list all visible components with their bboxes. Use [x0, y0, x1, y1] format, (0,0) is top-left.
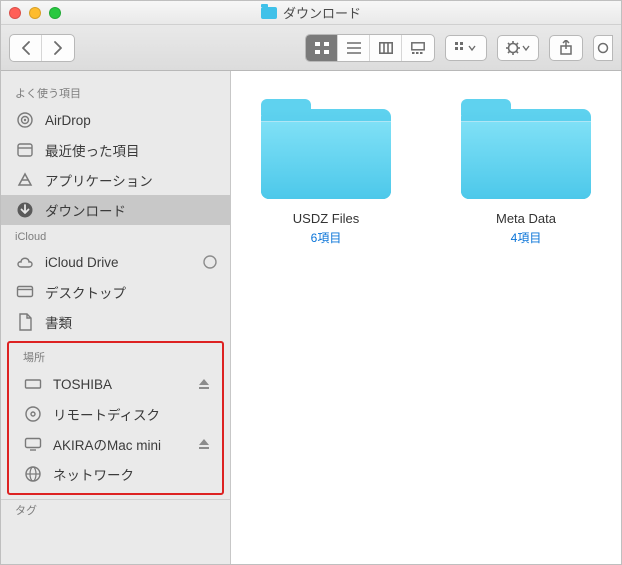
- sidebar-item-label: AirDrop: [45, 113, 218, 128]
- sidebar-item-documents[interactable]: 書類: [1, 307, 230, 337]
- sidebar-item-airdrop[interactable]: AirDrop: [1, 105, 230, 135]
- tags-button[interactable]: [593, 35, 613, 61]
- folder-name: USDZ Files: [251, 211, 401, 226]
- sidebar-item-downloads[interactable]: ダウンロード: [1, 195, 230, 225]
- sidebar-item-label: ネットワーク: [53, 464, 210, 484]
- window-body: よく使う項目 AirDrop 最近使った項目 アプリケーション: [1, 71, 621, 564]
- sidebar-item-recents[interactable]: 最近使った項目: [1, 135, 230, 165]
- finder-window: ダウンロード: [0, 0, 622, 565]
- folder-item[interactable]: USDZ Files 6項目: [251, 99, 401, 246]
- computer-icon: [23, 437, 43, 451]
- window-title-text: ダウンロード: [283, 3, 361, 22]
- action-button[interactable]: [497, 35, 539, 61]
- cloud-icon: [15, 255, 35, 269]
- folder-item-count: 6項目: [251, 229, 401, 246]
- nav-buttons: [9, 34, 75, 62]
- sidebar-item-toshiba[interactable]: TOSHIBA: [9, 369, 222, 399]
- sidebar-item-label: 書類: [45, 312, 218, 332]
- sidebar-section-tags: タグ: [1, 499, 230, 517]
- gallery-view-button[interactable]: [402, 35, 434, 61]
- sidebar-item-network[interactable]: ネットワーク: [9, 459, 222, 489]
- applications-icon: [15, 171, 35, 189]
- sidebar-section-icloud: iCloud: [1, 225, 230, 247]
- network-icon: [23, 465, 43, 483]
- folder-item-count: 4項目: [451, 229, 601, 246]
- sidebar-section-favorites: よく使う項目: [1, 79, 230, 105]
- column-view-button[interactable]: [370, 35, 402, 61]
- folder-name: Meta Data: [451, 211, 601, 226]
- folder-icon: [261, 7, 277, 19]
- sidebar-section-locations: 場所: [9, 343, 222, 369]
- recents-icon: [15, 141, 35, 159]
- window-title: ダウンロード: [261, 3, 361, 22]
- view-mode-switcher: [305, 34, 435, 62]
- sidebar-item-mac-mini[interactable]: AKIRAのMac mini: [9, 429, 222, 459]
- sidebar-item-label: リモートディスク: [53, 404, 210, 424]
- sidebar-item-remote-disc[interactable]: リモートディスク: [9, 399, 222, 429]
- locations-highlight: 場所 TOSHIBA リモートディスク: [7, 341, 224, 495]
- close-window-button[interactable]: [9, 7, 21, 19]
- sidebar-item-label: アプリケーション: [45, 170, 218, 190]
- sidebar-item-applications[interactable]: アプリケーション: [1, 165, 230, 195]
- traffic-lights: [9, 7, 61, 19]
- file-browser[interactable]: USDZ Files 6項目 Meta Data 4項目: [231, 71, 621, 564]
- sidebar-item-label: デスクトップ: [45, 282, 218, 302]
- back-button[interactable]: [10, 35, 42, 61]
- sidebar-item-label: iCloud Drive: [45, 255, 192, 270]
- forward-button[interactable]: [42, 35, 74, 61]
- folder-icon: [261, 99, 391, 199]
- disk-icon: [23, 377, 43, 391]
- folder-icon: [461, 99, 591, 199]
- minimize-window-button[interactable]: [29, 7, 41, 19]
- sidebar-item-label: TOSHIBA: [53, 377, 188, 392]
- sidebar-item-icloud-drive[interactable]: iCloud Drive: [1, 247, 230, 277]
- sidebar-item-label: ダウンロード: [45, 200, 218, 220]
- folder-item[interactable]: Meta Data 4項目: [451, 99, 601, 246]
- arrange-button[interactable]: [445, 35, 487, 61]
- airdrop-icon: [15, 111, 35, 129]
- desktop-icon: [15, 285, 35, 299]
- titlebar: ダウンロード: [1, 1, 621, 25]
- eject-icon[interactable]: [198, 378, 210, 390]
- sidebar: よく使う項目 AirDrop 最近使った項目 アプリケーション: [1, 71, 231, 564]
- zoom-window-button[interactable]: [49, 7, 61, 19]
- downloads-icon: [15, 201, 35, 219]
- sidebar-item-desktop[interactable]: デスクトップ: [1, 277, 230, 307]
- sidebar-item-label: AKIRAのMac mini: [53, 434, 188, 454]
- documents-icon: [15, 313, 35, 331]
- share-button[interactable]: [549, 35, 583, 61]
- progress-icon: [202, 254, 218, 270]
- toolbar: [1, 25, 621, 71]
- list-view-button[interactable]: [338, 35, 370, 61]
- icon-view-button[interactable]: [306, 35, 338, 61]
- sidebar-item-label: 最近使った項目: [45, 140, 218, 160]
- eject-icon[interactable]: [198, 438, 210, 450]
- remote-disc-icon: [23, 405, 43, 423]
